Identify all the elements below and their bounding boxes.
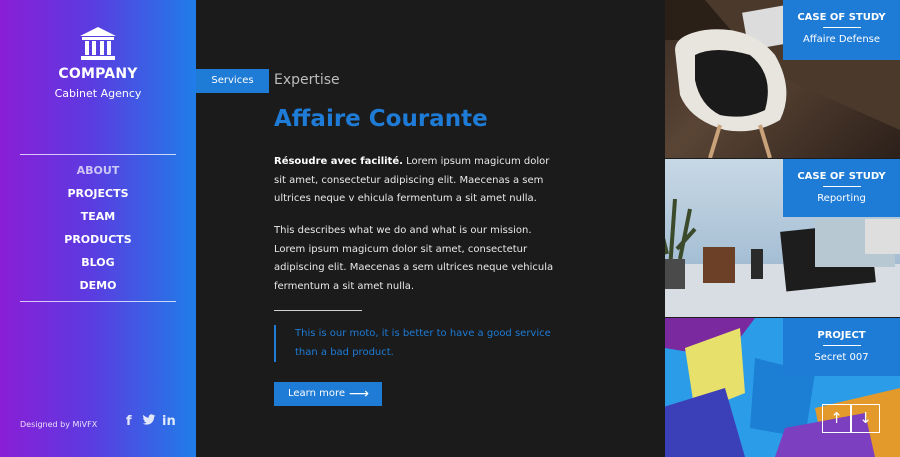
arrow-up-icon[interactable]: ↑ [822, 404, 851, 433]
learn-more-button[interactable]: Learn more ⟶ [274, 382, 382, 406]
case-study-column: CASE OF STUDY Affaire Defense CASE OF ST… [665, 0, 900, 457]
card-underline [822, 27, 861, 28]
designer-credit: Designed by MiVFX [20, 420, 98, 429]
section-label: Expertise [274, 72, 340, 88]
bank-building-icon [80, 27, 116, 60]
linkedin-icon[interactable]: in [162, 414, 176, 429]
nav-item-about[interactable]: ABOUT [0, 163, 196, 186]
nav-divider-bottom [20, 301, 176, 302]
mission-paragraph: This describes what we do and what is ou… [274, 225, 554, 292]
content-divider [274, 310, 362, 311]
office-desk-image: CASE OF STUDY Reporting [665, 159, 900, 317]
card-underline [822, 186, 861, 187]
twitter-icon[interactable] [142, 414, 156, 430]
intro-bold: Résoudre avec facilité. [274, 156, 403, 167]
page-title: Affaire Courante [274, 106, 488, 132]
case-kicker: CASE OF STUDY [797, 171, 886, 182]
case-title: Reporting [817, 193, 866, 204]
case-kicker: CASE OF STUDY [797, 12, 886, 23]
case-study-card-affaire-defense[interactable]: CASE OF STUDY Affaire Defense [783, 0, 900, 60]
main-nav: ABOUT PROJECTS TEAM PRODUCTS BLOG DEMO [0, 163, 196, 301]
nav-item-projects[interactable]: PROJECTS [0, 186, 196, 209]
nav-item-demo[interactable]: DEMO [0, 278, 196, 301]
brand-subtitle: Cabinet Agency [54, 87, 142, 100]
nav-item-blog[interactable]: BLOG [0, 255, 196, 278]
services-tab[interactable]: Services [196, 69, 269, 93]
arrow-down-icon[interactable]: ↓ [851, 404, 880, 433]
learn-more-label: Learn more [288, 388, 346, 399]
desk-chair-image: CASE OF STUDY Affaire Defense [665, 0, 900, 158]
case-study-card-reporting[interactable]: CASE OF STUDY Reporting [783, 159, 900, 217]
case-title: Affaire Defense [802, 34, 881, 45]
slider-controls: ↑ ↓ [822, 404, 880, 433]
nav-divider-top [20, 154, 176, 155]
arrow-right-icon: ⟶ [348, 386, 369, 402]
brand-name: COMPANY [58, 66, 138, 82]
project-title: Secret 007 [814, 352, 869, 363]
project-kicker: PROJECT [817, 330, 866, 341]
intro-paragraph: Résoudre avec facilité. Lorem ipsum magi… [274, 153, 564, 209]
sidebar: COMPANY Cabinet Agency ABOUT PROJECTS TE… [0, 0, 196, 457]
motto-quote: This is our moto, it is better to have a… [274, 325, 554, 362]
nav-item-team[interactable]: TEAM [0, 209, 196, 232]
colored-papers-image: PROJECT Secret 007 [665, 318, 900, 457]
card-underline [822, 345, 861, 346]
project-card-secret-007[interactable]: PROJECT Secret 007 [783, 318, 900, 376]
facebook-icon[interactable]: f [126, 414, 132, 429]
nav-item-products[interactable]: PRODUCTS [0, 232, 196, 255]
main-content: Services Expertise Affaire Courante Réso… [196, 0, 665, 457]
